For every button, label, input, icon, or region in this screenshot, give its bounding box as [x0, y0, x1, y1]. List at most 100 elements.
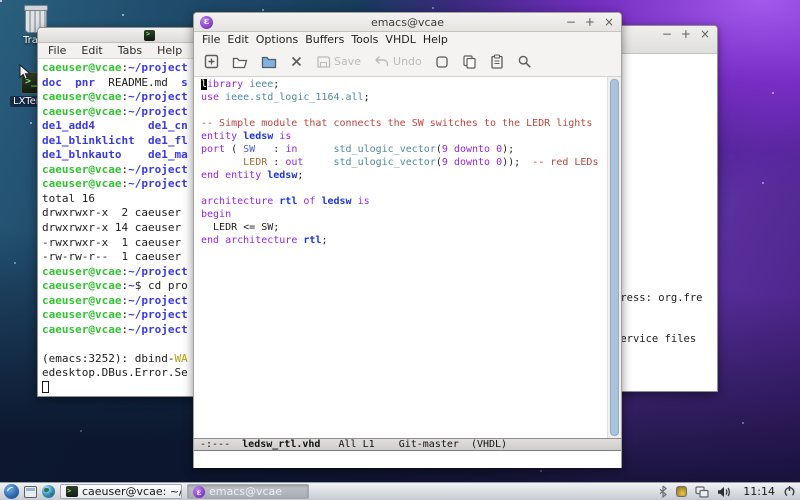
emacs-menubar: File Edit Options Buffers Tools VHDL Help — [194, 32, 621, 47]
mouse-cursor — [19, 64, 31, 81]
maximize-icon[interactable]: + — [585, 16, 595, 28]
text-segment: $ cd pro — [135, 279, 188, 292]
open-file-button[interactable] — [232, 55, 248, 69]
text-segment: SW — [243, 144, 255, 155]
emacs-menu-item[interactable]: Edit — [227, 33, 248, 46]
text-segment: (emacs:3252): dbind- — [42, 352, 174, 365]
text-segment: downto — [454, 157, 490, 168]
text-segment: std_ulogic_vector — [333, 157, 435, 168]
text-segment: -rwxrwxr-x 1 caeuser — [42, 236, 181, 249]
windows-icon[interactable] — [695, 486, 709, 498]
text-segment: ~/project — [128, 308, 188, 321]
volume-icon[interactable] — [717, 486, 731, 498]
copy-button[interactable] — [462, 54, 477, 69]
close-icon[interactable]: × — [604, 16, 614, 28]
power-icon[interactable] — [783, 485, 796, 498]
background-window-content: dress: org.fre service files — [611, 54, 717, 391]
text-segment: LEDR — [243, 157, 267, 168]
maximize-icon[interactable]: + — [681, 28, 691, 40]
emacs-titlebar[interactable]: ε emacs@vcae − + × — [194, 13, 621, 32]
text-segment: : — [255, 144, 285, 155]
emacs-menu-item[interactable]: VHDL — [385, 33, 415, 46]
bookmark-button[interactable] — [435, 55, 449, 69]
terminal-menu-item[interactable]: Help — [155, 44, 184, 57]
emacs-scrollbar[interactable] — [607, 77, 621, 438]
emacs-echo-area[interactable] — [194, 451, 621, 468]
undo-button[interactable]: Undo — [374, 55, 422, 68]
text-segment: std_ulogic_vector — [333, 144, 435, 155]
text-segment: ~ — [128, 279, 135, 292]
emacs-menu-item[interactable]: Tools — [351, 33, 378, 46]
scrollbar-thumb[interactable] — [610, 79, 619, 436]
undo-button-label: Undo — [393, 55, 422, 68]
background-terminal-text: service files — [614, 333, 703, 347]
text-segment: ~/project — [128, 90, 188, 103]
text-segment — [297, 144, 333, 155]
save-button[interactable]: Save — [316, 55, 361, 69]
close-buffer-button[interactable] — [290, 55, 303, 68]
search-icon[interactable] — [517, 54, 532, 69]
file-manager-icon[interactable] — [24, 486, 37, 498]
dired-button[interactable] — [261, 55, 277, 69]
text-segment: ~/project — [128, 323, 188, 336]
emacs-toolbar: Save Undo — [194, 47, 621, 77]
notification-icon[interactable] — [676, 486, 687, 497]
text-segment: entity — [225, 170, 261, 181]
text-segment: caeuser@vcae — [42, 61, 121, 74]
emacs-menu-item[interactable]: Options — [256, 33, 298, 46]
text-segment: caeuser@vcae — [42, 308, 121, 321]
paste-button[interactable] — [490, 54, 504, 69]
text-segment: ; — [364, 92, 370, 103]
new-file-button[interactable] — [204, 54, 219, 69]
minimize-icon[interactable]: − — [662, 28, 672, 40]
taskbar-clock[interactable]: 11:14 — [743, 485, 775, 498]
text-segment: ieee.std_logic_1164.all — [225, 92, 363, 103]
web-browser-icon[interactable] — [42, 485, 55, 498]
task-label: caeuser@vcae: ~/proj... — [82, 485, 182, 498]
terminal-menu-item[interactable]: File — [46, 44, 68, 57]
text-segment: s — [181, 76, 188, 89]
text-segment: edesktop.DBus.Error.Se — [42, 366, 188, 379]
text-segment: ; — [321, 235, 327, 246]
close-icon[interactable]: × — [700, 28, 710, 40]
text-segment: de1_blinklicht de1_fl — [42, 134, 188, 147]
text-segment: ~/project — [128, 61, 188, 74]
text-segment: : — [267, 157, 285, 168]
text-line: -- Simple module that connects the SW sw… — [201, 118, 607, 131]
text-segment: caeuser@vcae — [42, 105, 121, 118]
text-segment: drwxrwxr-x 14 caeuser — [42, 221, 181, 234]
modeline-status: All L1 Git-master (VHDL) — [320, 439, 507, 450]
text-line: LEDR : out std_ulogic_vector(9 downto 0)… — [201, 157, 607, 170]
text-segment: ieee — [249, 79, 273, 90]
taskbar-task-emacs[interactable]: ε emacs@vcae — [187, 484, 309, 499]
emacs-menu-item[interactable]: File — [202, 33, 220, 46]
emacs-menu-item[interactable]: Help — [423, 33, 448, 46]
text-segment: downto — [454, 144, 490, 155]
emacs-buffer[interactable]: library ieee;use ieee.std_logic_1164.all… — [194, 77, 607, 438]
text-segment: de1_add4 de1_cn — [42, 119, 188, 132]
lxterminal-titlebar-icon: > — [144, 30, 155, 41]
text-segment: architecture — [225, 235, 297, 246]
background-window-titlebar[interactable]: − + × — [611, 26, 717, 54]
bluetooth-icon[interactable] — [658, 485, 668, 498]
taskbar-task-terminal[interactable]: > caeuser@vcae: ~/proj... — [60, 484, 182, 499]
terminal-menu-item[interactable]: Edit — [79, 44, 104, 57]
text-segment: is — [279, 131, 291, 142]
text-segment: -rw-rw-r-- 1 caeuser — [42, 250, 181, 263]
text-segment: ~/project — [128, 163, 188, 176]
taskbar: > caeuser@vcae: ~/proj... ε emacs@vcae 1… — [0, 482, 800, 500]
minimize-icon[interactable]: − — [566, 16, 576, 28]
emacs-menu-item[interactable]: Buffers — [305, 33, 344, 46]
start-menu-icon[interactable] — [4, 484, 19, 499]
modeline-prefix: -:--- — [200, 439, 242, 450]
text-segment: caeuser@vcae — [42, 90, 121, 103]
lxterminal-icon: > — [66, 486, 78, 497]
system-tray: 11:14 — [658, 485, 796, 498]
terminal-menu-item[interactable]: Tabs — [116, 44, 144, 57]
text-segment: -- red LEDs — [532, 157, 598, 168]
text-segment: ~/project — [128, 294, 188, 307]
text-segment: entity — [201, 131, 237, 142]
text-line: port ( SW : in std_ulogic_vector(9 downt… — [201, 144, 607, 157]
text-segment: caeuser@vcae — [42, 279, 121, 292]
text-segment: ( — [225, 144, 243, 155]
